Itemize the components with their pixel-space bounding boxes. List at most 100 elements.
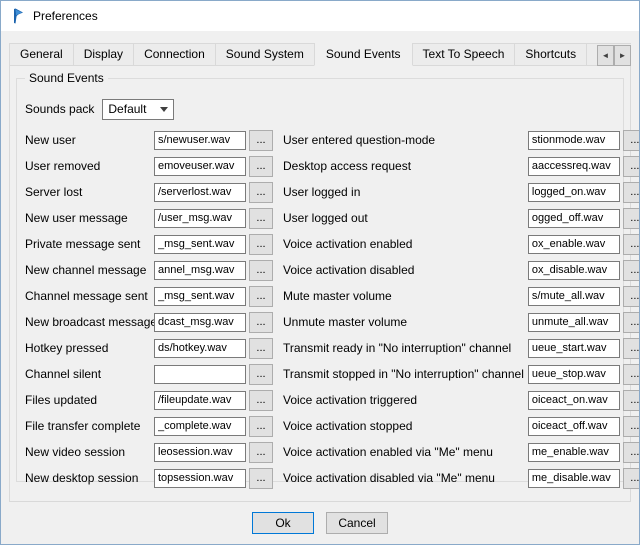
tab-text-to-speech[interactable]: Text To Speech [412,43,516,66]
tab-sound-system[interactable]: Sound System [215,43,315,66]
browse-button[interactable]: ... [623,156,640,177]
ok-button[interactable]: Ok [252,512,314,534]
browse-button[interactable]: ... [249,234,273,255]
browse-button[interactable]: ... [249,182,273,203]
sound-file-input[interactable] [528,157,620,176]
sound-event-label: New desktop session [25,471,154,485]
browse-button[interactable]: ... [249,442,273,463]
browse-button[interactable]: ... [249,390,273,411]
sound-event-label: Channel silent [25,367,154,381]
sound-file-input[interactable] [528,209,620,228]
browse-button[interactable]: ... [623,390,640,411]
tab-connection[interactable]: Connection [133,43,216,66]
sounds-pack-row: Sounds pack Default [25,97,615,121]
browse-button[interactable]: ... [249,208,273,229]
sound-file-input[interactable] [154,339,246,358]
browse-button[interactable]: ... [249,468,273,489]
sound-event-label: Transmit ready in "No interruption" chan… [283,341,528,355]
tab-scroll-control: ◄ ► [597,45,631,66]
chevron-down-icon [160,107,168,112]
browse-button[interactable]: ... [249,364,273,385]
tab-general[interactable]: General [9,43,74,66]
browse-button[interactable]: ... [249,312,273,333]
sound-event-label: Hotkey pressed [25,341,154,355]
browse-button[interactable]: ... [623,182,640,203]
browse-button[interactable]: ... [623,260,640,281]
browse-button[interactable]: ... [623,130,640,151]
browse-button[interactable]: ... [249,416,273,437]
sound-event-label: Channel message sent [25,289,154,303]
cancel-button[interactable]: Cancel [326,512,388,534]
tab-shortcuts[interactable]: Shortcuts [514,43,587,66]
sound-event-label: New broadcast message [25,315,154,329]
sound-event-row: Voice activation disabled... [283,257,640,283]
sound-file-input[interactable] [528,183,620,202]
sound-file-input[interactable] [528,469,620,488]
browse-button[interactable]: ... [249,338,273,359]
browse-button[interactable]: ... [623,416,640,437]
sound-event-label: Private message sent [25,237,154,251]
browse-button[interactable]: ... [623,312,640,333]
tab-strip: General Display Connection Sound System … [9,43,631,66]
browse-button[interactable]: ... [623,364,640,385]
sound-event-row: Mute master volume... [283,283,640,309]
sound-file-input[interactable] [528,261,620,280]
sound-event-row: New desktop session... [25,465,273,491]
browse-button[interactable]: ... [623,286,640,307]
tab-sound-events[interactable]: Sound Events [314,43,413,66]
sound-file-input[interactable] [528,287,620,306]
sound-file-input[interactable] [154,287,246,306]
sound-file-input[interactable] [154,313,246,332]
sound-event-row: Voice activation enabled via "Me" menu..… [283,439,640,465]
sound-file-input[interactable] [528,313,620,332]
sound-event-row: Voice activation enabled... [283,231,640,257]
sound-file-input[interactable] [154,469,246,488]
sound-file-input[interactable] [528,417,620,436]
window-title: Preferences [33,9,98,23]
browse-button[interactable]: ... [249,156,273,177]
sound-file-input[interactable] [154,209,246,228]
browse-button[interactable]: ... [623,234,640,255]
sound-file-input[interactable] [154,365,246,384]
sound-event-row: New broadcast message... [25,309,273,335]
sound-event-row: New user message... [25,205,273,231]
sound-event-row: Channel silent... [25,361,273,387]
sound-event-row: Voice activation disabled via "Me" menu.… [283,465,640,491]
sound-file-input[interactable] [154,417,246,436]
sound-event-label: Voice activation disabled [283,263,528,277]
browse-button[interactable]: ... [249,130,273,151]
tab-display[interactable]: Display [73,43,134,66]
sound-file-input[interactable] [154,183,246,202]
browse-button[interactable]: ... [623,338,640,359]
sound-file-input[interactable] [154,235,246,254]
sound-event-label: Transmit stopped in "No interruption" ch… [283,367,528,381]
sound-event-label: Mute master volume [283,289,528,303]
sound-event-row: Private message sent... [25,231,273,257]
sound-file-input[interactable] [154,261,246,280]
browse-button[interactable]: ... [249,286,273,307]
sound-file-input[interactable] [154,131,246,150]
sound-event-row: User entered question-mode... [283,127,640,153]
browse-button[interactable]: ... [623,208,640,229]
preferences-dialog: Preferences General Display Connection S… [0,0,640,545]
sound-event-row: Transmit stopped in "No interruption" ch… [283,361,640,387]
sound-file-input[interactable] [528,131,620,150]
sound-file-input[interactable] [528,235,620,254]
sound-event-row: Server lost... [25,179,273,205]
browse-button[interactable]: ... [623,468,640,489]
sound-events-right-column: User entered question-mode... Desktop ac… [283,127,640,491]
sound-events-left-column: New user... User removed... Server lost.… [25,127,273,491]
sounds-pack-dropdown[interactable]: Default [102,99,174,120]
tab-scroll-left-button[interactable]: ◄ [597,45,614,66]
sound-file-input[interactable] [528,391,620,410]
sound-event-label: Voice activation triggered [283,393,528,407]
browse-button[interactable]: ... [623,442,640,463]
sound-file-input[interactable] [528,443,620,462]
sound-file-input[interactable] [154,391,246,410]
sound-file-input[interactable] [528,365,620,384]
browse-button[interactable]: ... [249,260,273,281]
sound-file-input[interactable] [528,339,620,358]
tab-scroll-right-button[interactable]: ► [614,45,631,66]
sound-file-input[interactable] [154,443,246,462]
sound-file-input[interactable] [154,157,246,176]
